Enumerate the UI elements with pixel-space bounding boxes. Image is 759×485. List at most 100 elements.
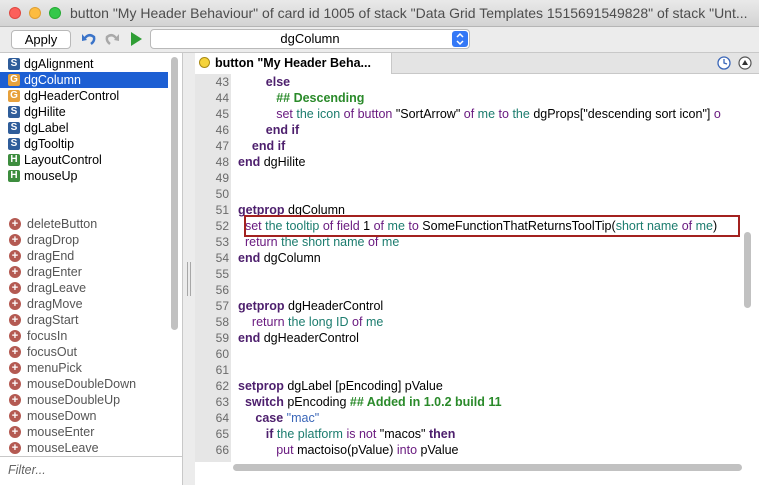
code-line: 58 return the long ID of me [195, 314, 759, 330]
line-number: 63 [215, 395, 229, 409]
message-item[interactable]: + deleteButton [0, 216, 168, 232]
code-line: 64 case "mac" [195, 410, 759, 426]
handler-select[interactable]: dgColumn [150, 29, 470, 49]
code-line: 57 getprop dgHeaderControl [195, 298, 759, 314]
editor-vertical-scrollbar[interactable] [744, 232, 751, 308]
line-number: 44 [215, 91, 229, 105]
code-line: 61 [195, 362, 759, 378]
code-line: 56 [195, 282, 759, 298]
line-number: 49 [215, 171, 229, 185]
message-item[interactable]: + mouseLeave [0, 440, 168, 456]
history-clock-icon[interactable] [717, 56, 731, 70]
line-number: 60 [215, 347, 229, 361]
splitter-grip [190, 262, 191, 296]
line-number: 51 [215, 203, 229, 217]
add-handler-icon[interactable]: + [9, 330, 21, 342]
handler-item[interactable]: SdgAlignment [0, 56, 168, 72]
minimize-window-button[interactable] [29, 7, 41, 19]
code-text: else [265, 75, 291, 89]
message-label: mouseDown [27, 409, 97, 423]
message-item[interactable]: + mouseDoubleUp [0, 392, 168, 408]
add-handler-icon[interactable]: + [9, 346, 21, 358]
line-number: 48 [215, 155, 229, 169]
add-handler-icon[interactable]: + [9, 218, 21, 230]
add-handler-icon[interactable]: + [9, 362, 21, 374]
add-handler-icon[interactable]: + [9, 314, 21, 326]
message-item[interactable]: + mouseDoubleDown [0, 376, 168, 392]
code-line: 59 end dgHeaderControl [195, 330, 759, 346]
handler-label: dgHeaderControl [24, 89, 120, 103]
code-text: set the icon of button "SortArrow" of me… [276, 107, 721, 121]
handler-list-scrollbar[interactable] [171, 57, 178, 330]
message-label: mouseDoubleDown [27, 377, 137, 391]
code-text: getprop dgHeaderControl [238, 299, 384, 313]
handler-list-panel: SdgAlignment GdgColumn GdgHeaderControl Sdg… [0, 53, 183, 456]
add-handler-icon[interactable]: + [9, 378, 21, 390]
run-icon[interactable] [127, 30, 145, 48]
add-handler-icon[interactable]: + [9, 442, 21, 454]
add-handler-icon[interactable]: + [9, 298, 21, 310]
message-item[interactable]: + mouseDown [0, 408, 168, 424]
code-line: 60 [195, 346, 759, 362]
add-handler-icon[interactable]: + [9, 426, 21, 438]
code-text: if the platform is not "macos" then [265, 427, 456, 441]
editor-horizontal-scrollbar[interactable] [233, 464, 742, 471]
redo-icon[interactable] [103, 30, 121, 48]
add-handler-icon[interactable]: + [9, 394, 21, 406]
filter-placeholder: Filter... [8, 463, 46, 477]
line-number: 56 [215, 283, 229, 297]
handler-type-icon: H [8, 154, 20, 166]
code-text: put mactoiso(pValue) into pValue [276, 443, 459, 457]
script-editor[interactable]: 43 else 44 ## Descending 45 set the icon o… [195, 74, 759, 485]
message-item[interactable]: + menuPick [0, 360, 168, 376]
handler-label: mouseUp [24, 169, 78, 183]
handler-item[interactable]: SdgTooltip [0, 136, 168, 152]
code-line: 47 end if [195, 138, 759, 154]
code-line: 50 [195, 186, 759, 202]
message-label: deleteButton [27, 217, 98, 231]
message-item[interactable]: + focusIn [0, 328, 168, 344]
message-label: dragMove [27, 297, 83, 311]
code-line: 66 put mactoiso(pValue) into pValue [195, 442, 759, 458]
pane-splitter[interactable] [183, 53, 195, 485]
handler-item[interactable]: GdgHeaderControl [0, 88, 168, 104]
add-handler-icon[interactable]: + [9, 282, 21, 294]
handler-type-icon: G [8, 74, 20, 86]
code-text: switch pEncoding ## Added in 1.0.2 build… [244, 395, 502, 409]
handler-item[interactable]: H LayoutControl [0, 152, 168, 168]
line-number: 59 [215, 331, 229, 345]
modified-dot-icon [199, 57, 210, 68]
message-item[interactable]: + dragMove [0, 296, 168, 312]
add-handler-icon[interactable]: + [9, 266, 21, 278]
message-item[interactable]: + dragDrop [0, 232, 168, 248]
handler-item[interactable]: HmouseUp [0, 168, 168, 184]
message-item[interactable]: + focusOut [0, 344, 168, 360]
zoom-window-button[interactable] [49, 7, 61, 19]
handler-item[interactable]: SdgLabel [0, 120, 168, 136]
message-item[interactable]: + mouseEnter [0, 424, 168, 440]
line-number: 61 [215, 363, 229, 377]
handler-item[interactable]: SdgHilite [0, 104, 168, 120]
code-text: case "mac" [255, 411, 320, 425]
close-window-button[interactable] [9, 7, 21, 19]
code-line: 48 end dgHilite [195, 154, 759, 170]
message-item[interactable]: + dragLeave [0, 280, 168, 296]
add-handler-icon[interactable]: + [9, 410, 21, 422]
add-handler-icon[interactable]: + [9, 234, 21, 246]
editor-tab[interactable]: button "My Header Beha... [195, 53, 392, 74]
collapse-up-icon[interactable] [738, 56, 752, 70]
undo-icon[interactable] [80, 30, 98, 48]
line-number: 58 [215, 315, 229, 329]
filter-field[interactable]: Filter... [0, 456, 183, 485]
code-text: ## Descending [276, 91, 365, 105]
handler-type-icon: G [8, 90, 20, 102]
code-line: 65 if the platform is not "macos" then [195, 426, 759, 442]
handler-item[interactable]: GdgColumn [0, 72, 168, 88]
title-bar: button "My Header Behaviour" of card id … [0, 0, 759, 27]
message-item[interactable]: + dragEnter [0, 264, 168, 280]
add-handler-icon[interactable]: + [9, 250, 21, 262]
apply-button[interactable]: Apply [11, 30, 71, 49]
handler-type-icon: S [8, 122, 20, 134]
message-item[interactable]: + dragEnd [0, 248, 168, 264]
message-item[interactable]: + dragStart [0, 312, 168, 328]
